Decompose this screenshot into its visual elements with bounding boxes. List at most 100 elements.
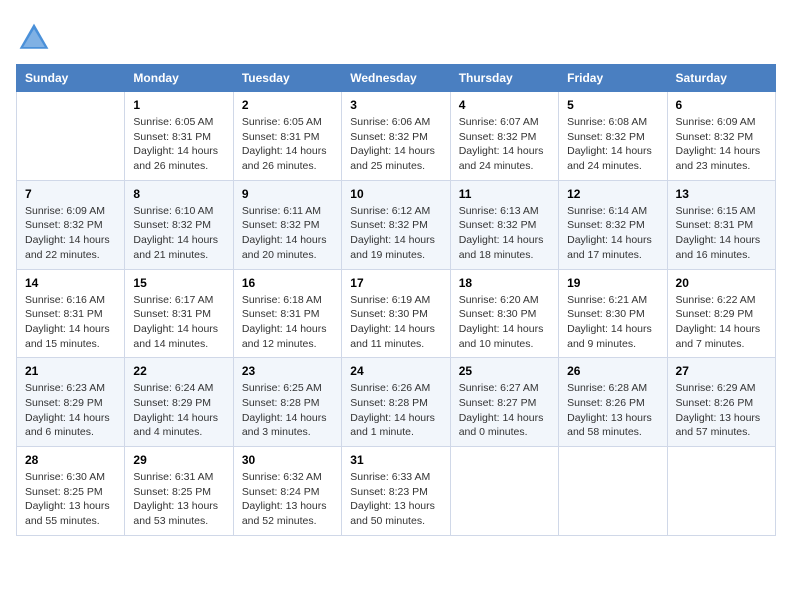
day-info: Sunrise: 6:05 AMSunset: 8:31 PMDaylight:… xyxy=(133,115,224,174)
day-info: Sunrise: 6:11 AMSunset: 8:32 PMDaylight:… xyxy=(242,204,333,263)
calendar-cell: 25 Sunrise: 6:27 AMSunset: 8:27 PMDayligh… xyxy=(450,358,558,447)
day-info: Sunrise: 6:14 AMSunset: 8:32 PMDaylight:… xyxy=(567,204,658,263)
header-cell-saturday: Saturday xyxy=(667,65,775,92)
day-number: 10 xyxy=(350,187,441,201)
header-cell-monday: Monday xyxy=(125,65,233,92)
day-number: 21 xyxy=(25,364,116,378)
day-info: Sunrise: 6:26 AMSunset: 8:28 PMDaylight:… xyxy=(350,381,441,440)
calendar-cell: 12 Sunrise: 6:14 AMSunset: 8:32 PMDayligh… xyxy=(559,180,667,269)
day-info: Sunrise: 6:23 AMSunset: 8:29 PMDaylight:… xyxy=(25,381,116,440)
calendar-cell xyxy=(17,92,125,181)
day-number: 19 xyxy=(567,276,658,290)
day-number: 16 xyxy=(242,276,333,290)
day-number: 25 xyxy=(459,364,550,378)
day-number: 1 xyxy=(133,98,224,112)
day-number: 31 xyxy=(350,453,441,467)
day-number: 30 xyxy=(242,453,333,467)
day-info: Sunrise: 6:19 AMSunset: 8:30 PMDaylight:… xyxy=(350,293,441,352)
day-number: 20 xyxy=(676,276,767,290)
calendar-cell xyxy=(450,447,558,536)
day-number: 5 xyxy=(567,98,658,112)
day-info: Sunrise: 6:24 AMSunset: 8:29 PMDaylight:… xyxy=(133,381,224,440)
header-row: SundayMondayTuesdayWednesdayThursdayFrid… xyxy=(17,65,776,92)
calendar-body: 1 Sunrise: 6:05 AMSunset: 8:31 PMDaylight… xyxy=(17,92,776,536)
calendar-cell: 14Sunrise: 6:16 AMSunset: 8:31 PMDayligh… xyxy=(17,269,125,358)
header-cell-friday: Friday xyxy=(559,65,667,92)
calendar-cell: 30 Sunrise: 6:32 AMSunset: 8:24 PMDayligh… xyxy=(233,447,341,536)
header-cell-wednesday: Wednesday xyxy=(342,65,450,92)
day-number: 29 xyxy=(133,453,224,467)
day-number: 28 xyxy=(25,453,116,467)
calendar-cell: 5 Sunrise: 6:08 AMSunset: 8:32 PMDaylight… xyxy=(559,92,667,181)
calendar-cell: 28 Sunrise: 6:30 AMSunset: 8:25 PMDayligh… xyxy=(17,447,125,536)
calendar-cell: 26 Sunrise: 6:28 AMSunset: 8:26 PMDayligh… xyxy=(559,358,667,447)
day-number: 24 xyxy=(350,364,441,378)
day-number: 2 xyxy=(242,98,333,112)
day-info: Sunrise: 6:28 AMSunset: 8:26 PMDaylight:… xyxy=(567,381,658,440)
calendar-cell xyxy=(667,447,775,536)
header-cell-thursday: Thursday xyxy=(450,65,558,92)
day-info: Sunrise: 6:16 AMSunset: 8:31 PMDaylight:… xyxy=(25,293,116,352)
day-info: Sunrise: 6:06 AMSunset: 8:32 PMDaylight:… xyxy=(350,115,441,174)
day-info: Sunrise: 6:05 AMSunset: 8:31 PMDaylight:… xyxy=(242,115,333,174)
day-number: 26 xyxy=(567,364,658,378)
day-info: Sunrise: 6:18 AMSunset: 8:31 PMDaylight:… xyxy=(242,293,333,352)
calendar-cell: 22 Sunrise: 6:24 AMSunset: 8:29 PMDayligh… xyxy=(125,358,233,447)
calendar-cell: 6Sunrise: 6:09 AMSunset: 8:32 PMDaylight… xyxy=(667,92,775,181)
calendar-cell: 17 Sunrise: 6:19 AMSunset: 8:30 PMDayligh… xyxy=(342,269,450,358)
day-info: Sunrise: 6:30 AMSunset: 8:25 PMDaylight:… xyxy=(25,470,116,529)
day-info: Sunrise: 6:08 AMSunset: 8:32 PMDaylight:… xyxy=(567,115,658,174)
day-number: 15 xyxy=(133,276,224,290)
calendar-cell: 1 Sunrise: 6:05 AMSunset: 8:31 PMDaylight… xyxy=(125,92,233,181)
week-row-5: 28 Sunrise: 6:30 AMSunset: 8:25 PMDayligh… xyxy=(17,447,776,536)
calendar-cell: 24 Sunrise: 6:26 AMSunset: 8:28 PMDayligh… xyxy=(342,358,450,447)
calendar-cell: 18 Sunrise: 6:20 AMSunset: 8:30 PMDayligh… xyxy=(450,269,558,358)
calendar-cell xyxy=(559,447,667,536)
day-info: Sunrise: 6:12 AMSunset: 8:32 PMDaylight:… xyxy=(350,204,441,263)
day-info: Sunrise: 6:20 AMSunset: 8:30 PMDaylight:… xyxy=(459,293,550,352)
calendar-cell: 11 Sunrise: 6:13 AMSunset: 8:32 PMDayligh… xyxy=(450,180,558,269)
calendar-cell: 27 Sunrise: 6:29 AMSunset: 8:26 PMDayligh… xyxy=(667,358,775,447)
day-number: 9 xyxy=(242,187,333,201)
day-info: Sunrise: 6:13 AMSunset: 8:32 PMDaylight:… xyxy=(459,204,550,263)
week-row-4: 21 Sunrise: 6:23 AMSunset: 8:29 PMDayligh… xyxy=(17,358,776,447)
day-info: Sunrise: 6:27 AMSunset: 8:27 PMDaylight:… xyxy=(459,381,550,440)
day-info: Sunrise: 6:22 AMSunset: 8:29 PMDaylight:… xyxy=(676,293,767,352)
day-number: 27 xyxy=(676,364,767,378)
day-info: Sunrise: 6:10 AMSunset: 8:32 PMDaylight:… xyxy=(133,204,224,263)
calendar-cell: 29Sunrise: 6:31 AMSunset: 8:25 PMDayligh… xyxy=(125,447,233,536)
day-info: Sunrise: 6:33 AMSunset: 8:23 PMDaylight:… xyxy=(350,470,441,529)
calendar-cell: 20 Sunrise: 6:22 AMSunset: 8:29 PMDayligh… xyxy=(667,269,775,358)
day-info: Sunrise: 6:21 AMSunset: 8:30 PMDaylight:… xyxy=(567,293,658,352)
day-info: Sunrise: 6:17 AMSunset: 8:31 PMDaylight:… xyxy=(133,293,224,352)
day-number: 8 xyxy=(133,187,224,201)
day-number: 17 xyxy=(350,276,441,290)
logo xyxy=(16,20,56,56)
day-number: 4 xyxy=(459,98,550,112)
day-number: 23 xyxy=(242,364,333,378)
day-info: Sunrise: 6:09 AMSunset: 8:32 PMDaylight:… xyxy=(676,115,767,174)
calendar-cell: 2 Sunrise: 6:05 AMSunset: 8:31 PMDaylight… xyxy=(233,92,341,181)
calendar-table: SundayMondayTuesdayWednesdayThursdayFrid… xyxy=(16,64,776,536)
header-cell-sunday: Sunday xyxy=(17,65,125,92)
calendar-cell: 21 Sunrise: 6:23 AMSunset: 8:29 PMDayligh… xyxy=(17,358,125,447)
day-number: 22 xyxy=(133,364,224,378)
day-info: Sunrise: 6:29 AMSunset: 8:26 PMDaylight:… xyxy=(676,381,767,440)
page-header xyxy=(16,16,776,56)
calendar-header: SundayMondayTuesdayWednesdayThursdayFrid… xyxy=(17,65,776,92)
day-info: Sunrise: 6:09 AMSunset: 8:32 PMDaylight:… xyxy=(25,204,116,263)
day-number: 11 xyxy=(459,187,550,201)
calendar-cell: 4 Sunrise: 6:07 AMSunset: 8:32 PMDaylight… xyxy=(450,92,558,181)
day-info: Sunrise: 6:25 AMSunset: 8:28 PMDaylight:… xyxy=(242,381,333,440)
day-info: Sunrise: 6:32 AMSunset: 8:24 PMDaylight:… xyxy=(242,470,333,529)
calendar-cell: 10 Sunrise: 6:12 AMSunset: 8:32 PMDayligh… xyxy=(342,180,450,269)
header-cell-tuesday: Tuesday xyxy=(233,65,341,92)
day-info: Sunrise: 6:07 AMSunset: 8:32 PMDaylight:… xyxy=(459,115,550,174)
calendar-cell: 7Sunrise: 6:09 AMSunset: 8:32 PMDaylight… xyxy=(17,180,125,269)
calendar-cell: 8 Sunrise: 6:10 AMSunset: 8:32 PMDaylight… xyxy=(125,180,233,269)
day-number: 18 xyxy=(459,276,550,290)
calendar-cell: 23 Sunrise: 6:25 AMSunset: 8:28 PMDayligh… xyxy=(233,358,341,447)
calendar-cell: 19 Sunrise: 6:21 AMSunset: 8:30 PMDayligh… xyxy=(559,269,667,358)
day-number: 12 xyxy=(567,187,658,201)
day-info: Sunrise: 6:15 AMSunset: 8:31 PMDaylight:… xyxy=(676,204,767,263)
